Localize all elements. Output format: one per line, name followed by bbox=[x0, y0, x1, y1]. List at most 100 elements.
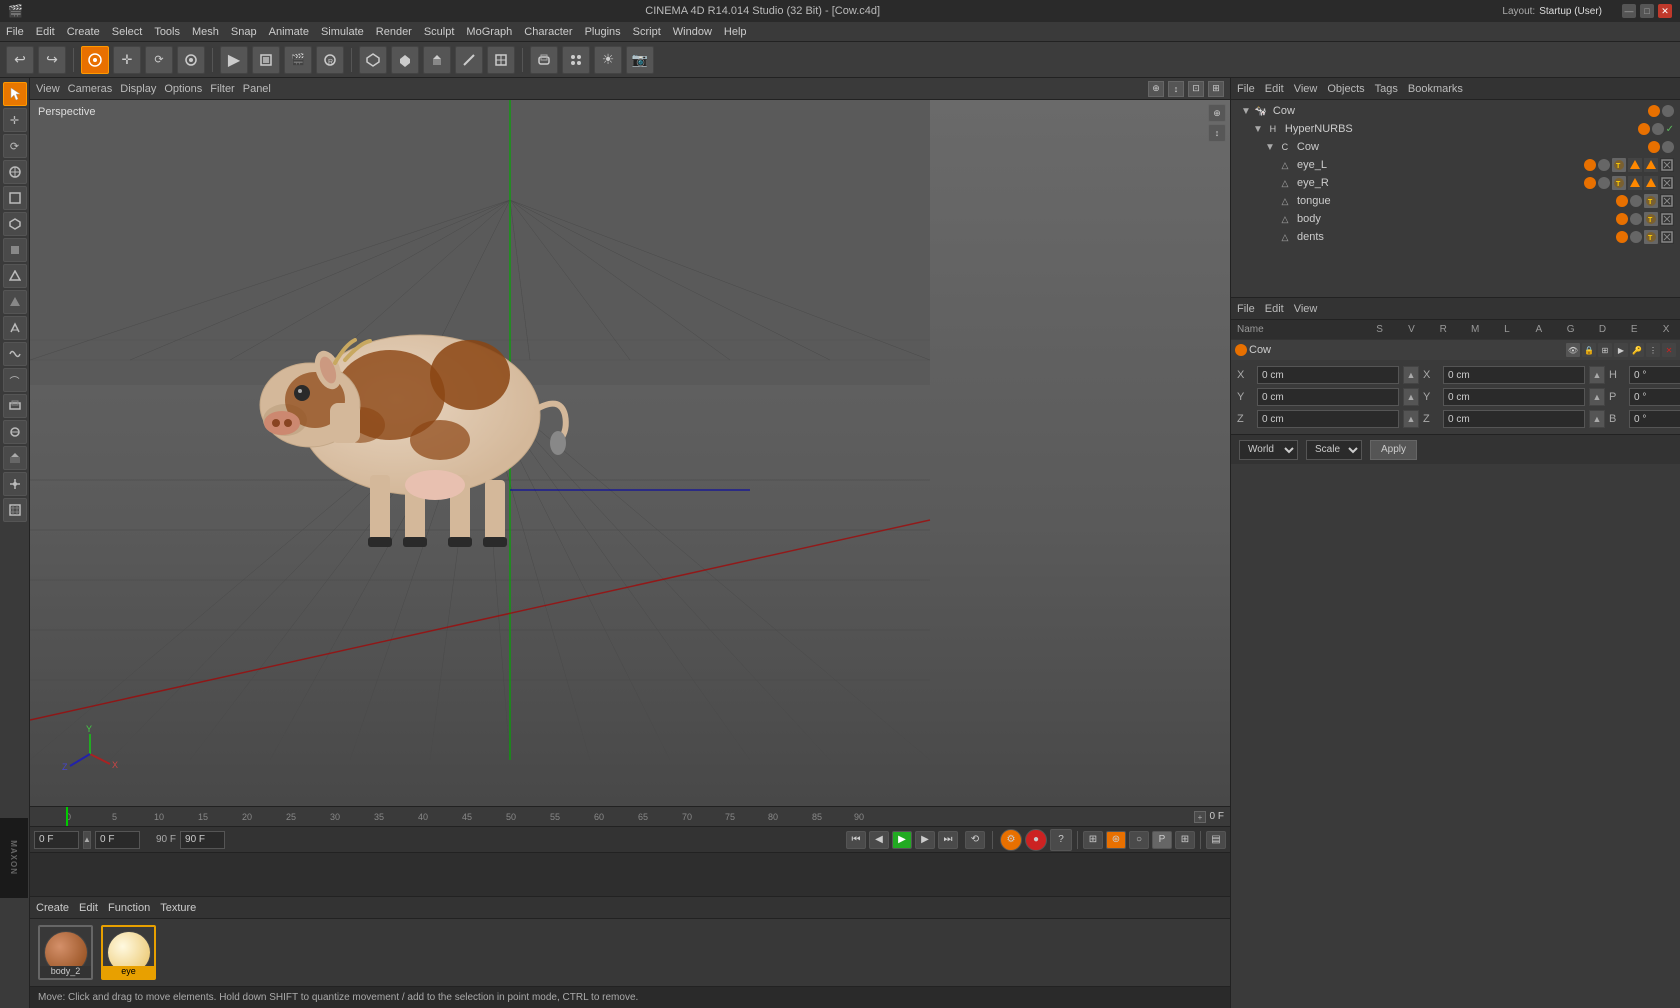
menu-create[interactable]: Create bbox=[67, 26, 100, 38]
am-menu-file[interactable]: File bbox=[1237, 303, 1255, 315]
om-dot-2[interactable] bbox=[1662, 105, 1674, 117]
am-icon-key[interactable]: 🔑 bbox=[1630, 343, 1644, 357]
om-item-body[interactable]: △ body T bbox=[1231, 210, 1680, 228]
om-el-tag1[interactable]: T bbox=[1612, 158, 1626, 172]
vp-tab-filter[interactable]: Filter bbox=[210, 83, 234, 95]
menu-tools[interactable]: Tools bbox=[154, 26, 180, 38]
left-tool-17[interactable] bbox=[3, 498, 27, 522]
om-menu-view[interactable]: View bbox=[1294, 83, 1318, 95]
material-eye[interactable]: eye bbox=[101, 925, 156, 980]
om-el-tag3[interactable] bbox=[1644, 158, 1658, 172]
om-t-dot1[interactable] bbox=[1616, 195, 1628, 207]
coord-b-input[interactable] bbox=[1629, 410, 1680, 428]
left-tool-14[interactable] bbox=[3, 420, 27, 444]
rotate-button[interactable] bbox=[177, 46, 205, 74]
menu-mograph[interactable]: MoGraph bbox=[466, 26, 512, 38]
menu-file[interactable]: File bbox=[6, 26, 24, 38]
om-el-dot1[interactable] bbox=[1584, 159, 1596, 171]
left-tool-11[interactable] bbox=[3, 342, 27, 366]
vp-nav-1[interactable]: ⊕ bbox=[1148, 81, 1164, 97]
menu-sculpt[interactable]: Sculpt bbox=[424, 26, 455, 38]
om-item-dents[interactable]: △ dents T bbox=[1231, 228, 1680, 246]
vp-tab-cameras[interactable]: Cameras bbox=[68, 83, 113, 95]
left-tool-10[interactable] bbox=[3, 316, 27, 340]
om-b-tag2[interactable] bbox=[1660, 212, 1674, 226]
add-keyframe-button[interactable]: + bbox=[1194, 811, 1206, 823]
om-item-cow-child[interactable]: ▼ C Cow bbox=[1231, 138, 1680, 156]
mat-menu-texture[interactable]: Texture bbox=[160, 902, 196, 914]
coord-y-input[interactable] bbox=[1257, 388, 1399, 406]
vp-icon-2[interactable]: ↕ bbox=[1208, 124, 1226, 142]
minimize-button[interactable]: — bbox=[1622, 4, 1636, 18]
motion-ctrl-4[interactable]: P bbox=[1152, 831, 1172, 849]
om-item-eye-l[interactable]: △ eye_L T bbox=[1231, 156, 1680, 174]
vp-tab-options[interactable]: Options bbox=[164, 83, 202, 95]
om-el-dot2[interactable] bbox=[1598, 159, 1610, 171]
om-er-tag3[interactable] bbox=[1644, 176, 1658, 190]
om-menu-edit[interactable]: Edit bbox=[1265, 83, 1284, 95]
om-hn-dot2[interactable] bbox=[1652, 123, 1664, 135]
prev-frame-button[interactable]: ◀ bbox=[869, 831, 889, 849]
om-cc-dot2[interactable] bbox=[1662, 141, 1674, 153]
am-object-row[interactable]: Cow 👁 🔒 ⊞ ▶ 🔑 ⋮ ✕ bbox=[1231, 340, 1680, 360]
om-t-tag2[interactable] bbox=[1660, 194, 1674, 208]
om-er-dot1[interactable] bbox=[1584, 177, 1596, 189]
left-tool-select[interactable] bbox=[3, 82, 27, 106]
om-hn-check[interactable]: ✓ bbox=[1666, 124, 1674, 135]
left-tool-16[interactable] bbox=[3, 472, 27, 496]
anim-ctrl-1[interactable]: ⚙ bbox=[1000, 829, 1022, 851]
mat-menu-edit[interactable]: Edit bbox=[79, 902, 98, 914]
coord-z-input[interactable] bbox=[1257, 410, 1399, 428]
mograph-button[interactable] bbox=[562, 46, 590, 74]
menu-render[interactable]: Render bbox=[376, 26, 412, 38]
maximize-button[interactable]: □ bbox=[1640, 4, 1654, 18]
loop-button[interactable] bbox=[487, 46, 515, 74]
om-er-tag2[interactable] bbox=[1628, 176, 1642, 190]
om-t-dot2[interactable] bbox=[1630, 195, 1642, 207]
coord-sz-input[interactable] bbox=[1443, 410, 1585, 428]
go-end-button[interactable]: ⏭ bbox=[938, 831, 958, 849]
menu-window[interactable]: Window bbox=[673, 26, 712, 38]
om-menu-objects[interactable]: Objects bbox=[1327, 83, 1364, 95]
light-button[interactable]: ☀ bbox=[594, 46, 622, 74]
om-d-tag2[interactable] bbox=[1660, 230, 1674, 244]
am-icon-anim[interactable]: ▶ bbox=[1614, 343, 1628, 357]
om-d-tag1[interactable]: T bbox=[1644, 230, 1658, 244]
coord-z-btn[interactable]: ▲ bbox=[1403, 410, 1419, 428]
left-tool-9[interactable] bbox=[3, 290, 27, 314]
vp-tab-display[interactable]: Display bbox=[120, 83, 156, 95]
frame-step-up[interactable]: ▲ bbox=[83, 831, 91, 849]
render-region-button[interactable] bbox=[252, 46, 280, 74]
om-b-dot1[interactable] bbox=[1616, 213, 1628, 225]
am-icon-eye[interactable]: 👁 bbox=[1566, 343, 1580, 357]
camera-button[interactable]: 📷 bbox=[626, 46, 654, 74]
menu-character[interactable]: Character bbox=[524, 26, 572, 38]
om-menu-tags[interactable]: Tags bbox=[1375, 83, 1398, 95]
current-frame-input[interactable] bbox=[34, 831, 79, 849]
vp-nav-2[interactable]: ↕ bbox=[1168, 81, 1184, 97]
left-tool-15[interactable] bbox=[3, 446, 27, 470]
om-el-tag2[interactable] bbox=[1628, 158, 1642, 172]
menu-plugins[interactable]: Plugins bbox=[585, 26, 621, 38]
mat-menu-create[interactable]: Create bbox=[36, 902, 69, 914]
om-dot-1[interactable] bbox=[1648, 105, 1660, 117]
left-tool-12[interactable]: ⌒ bbox=[3, 368, 27, 392]
undo-button[interactable]: ↩ bbox=[6, 46, 34, 74]
extrude-button[interactable] bbox=[423, 46, 451, 74]
left-tool-7[interactable] bbox=[3, 238, 27, 262]
world-select[interactable]: World Object bbox=[1239, 440, 1298, 460]
om-menu-bookmarks[interactable]: Bookmarks bbox=[1408, 83, 1463, 95]
apply-button[interactable]: Apply bbox=[1370, 440, 1417, 460]
coord-sy-btn[interactable]: ▲ bbox=[1589, 388, 1605, 406]
anim-ctrl-3[interactable]: ? bbox=[1050, 829, 1072, 851]
vp-icon-1[interactable]: ⊕ bbox=[1208, 104, 1226, 122]
om-b-dot2[interactable] bbox=[1630, 213, 1642, 225]
om-er-dot2[interactable] bbox=[1598, 177, 1610, 189]
scale-button[interactable]: ⟳ bbox=[145, 46, 173, 74]
knife-button[interactable] bbox=[455, 46, 483, 74]
om-item-tongue[interactable]: △ tongue T bbox=[1231, 192, 1680, 210]
am-icon-group[interactable]: ⊞ bbox=[1598, 343, 1612, 357]
viewport-canvas[interactable]: Perspective bbox=[30, 100, 1230, 806]
left-tool-6[interactable] bbox=[3, 212, 27, 236]
om-item-cow-root[interactable]: ▼ 🐄 Cow bbox=[1231, 102, 1680, 120]
